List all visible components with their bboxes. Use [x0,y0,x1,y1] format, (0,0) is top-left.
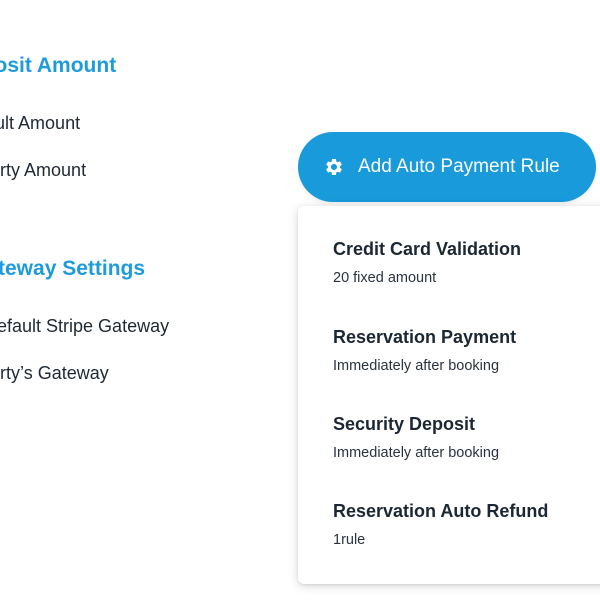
property-amount-option[interactable]: operty Amount [0,160,86,181]
page: eposit Amount efault Amount operty Amoun… [0,0,600,600]
deposit-amount-heading: eposit Amount [0,54,117,77]
add-auto-payment-rule-button[interactable]: Add Auto Payment Rule [298,132,596,202]
rule-item-credit-card-validation[interactable]: Credit Card Validation 20 fixed amount [333,238,600,287]
rule-title: Security Deposit [333,414,476,434]
rule-subtitle: 20 fixed amount [333,270,437,286]
rule-subtitle: 1rule [333,532,366,548]
rule-item-reservation-payment[interactable]: Reservation Payment Immediately after bo… [333,326,600,375]
rule-title: Reservation Payment [333,327,517,347]
rule-item-security-deposit[interactable]: Security Deposit Immediately after booki… [333,413,600,462]
default-stripe-gateway-option[interactable]: y Default Stripe Gateway [0,316,169,337]
rule-subtitle: Immediately after booking [333,358,500,374]
auto-payment-rules-dropdown: Credit Card Validation 20 fixed amount R… [298,206,600,584]
property-gateway-option[interactable]: operty’s Gateway [0,363,109,384]
gateway-settings-heading: Gateway Settings [0,257,146,280]
rule-title: Credit Card Validation [333,239,522,259]
add-auto-payment-rule-label: Add Auto Payment Rule [358,156,560,177]
rule-subtitle: Immediately after booking [333,445,500,461]
gear-icon [324,157,344,177]
rule-title: Reservation Auto Refund [333,501,549,521]
rule-item-reservation-auto-refund[interactable]: Reservation Auto Refund 1rule [333,500,600,549]
default-amount-option[interactable]: efault Amount [0,113,80,134]
